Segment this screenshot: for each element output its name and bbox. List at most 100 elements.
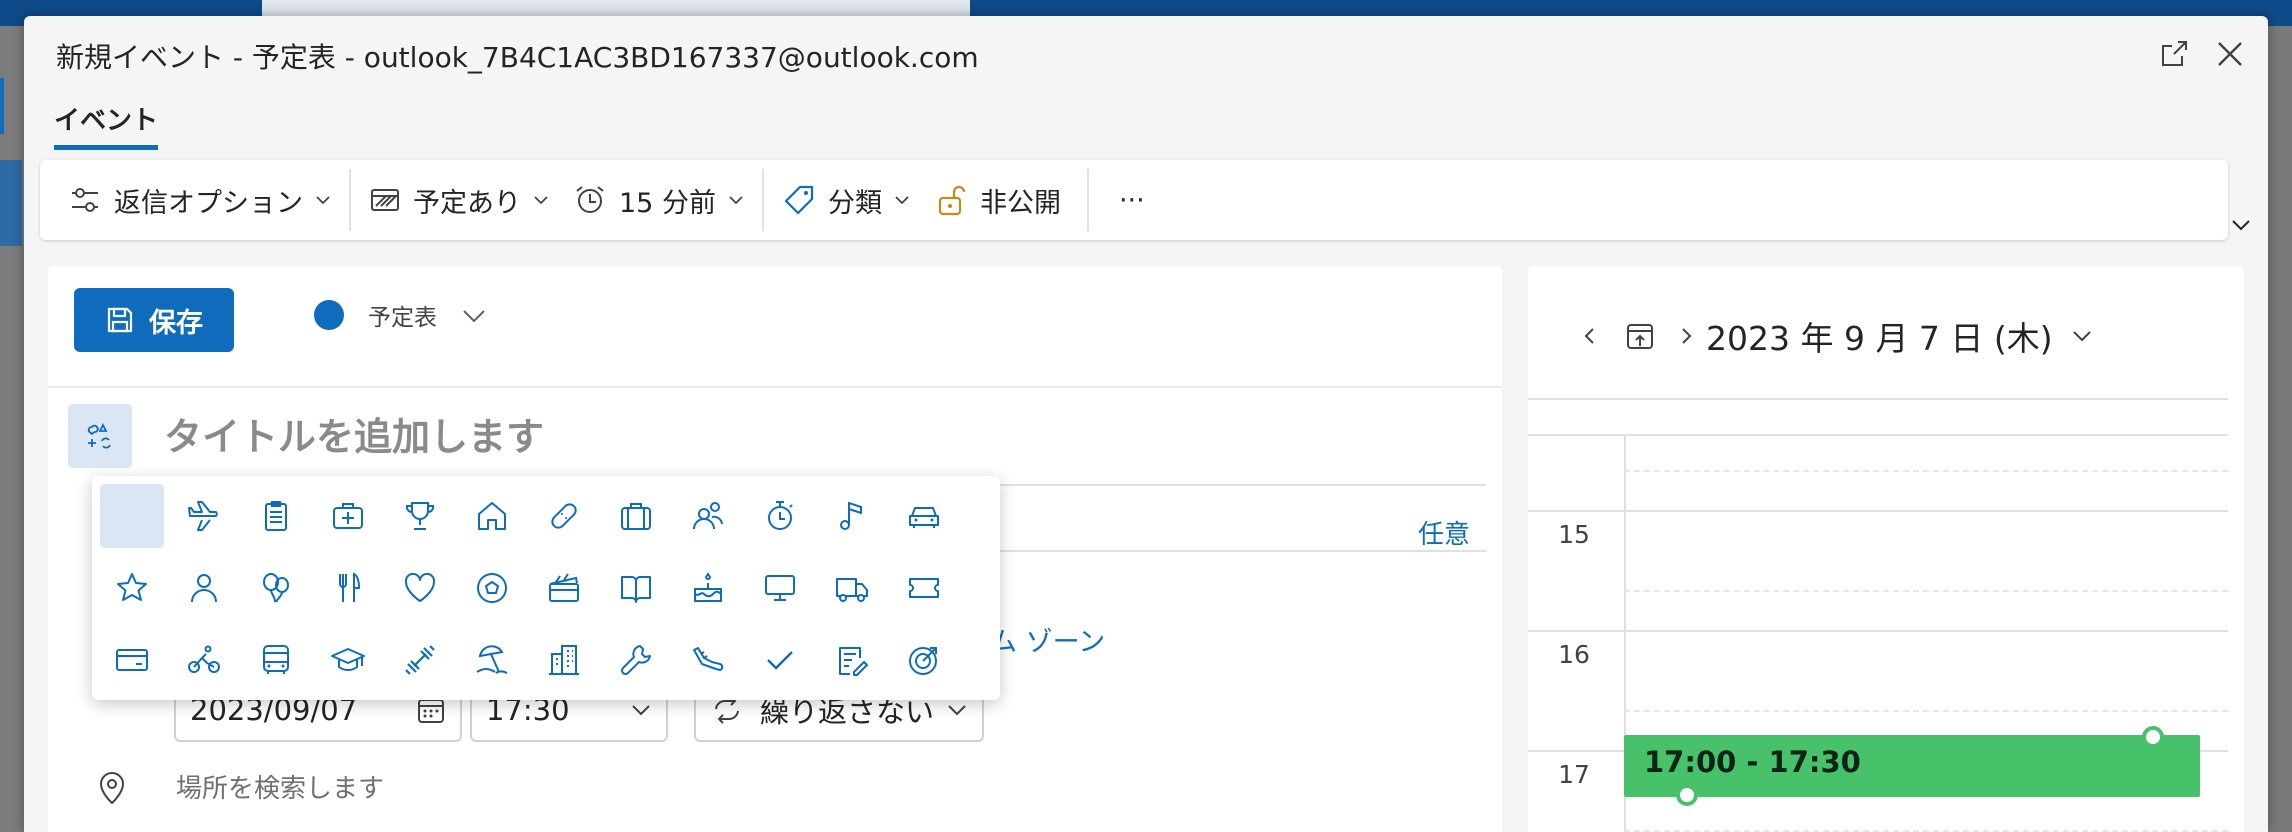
building-icon bbox=[549, 645, 579, 675]
categorize-label: 分類 bbox=[827, 187, 882, 219]
icon-option-task[interactable] bbox=[820, 628, 884, 692]
close-button[interactable] bbox=[2210, 34, 2250, 74]
icon-option-briefcase[interactable] bbox=[604, 484, 668, 548]
icon-option-stopwatch[interactable] bbox=[748, 484, 812, 548]
optional-attendees-link[interactable]: 任意 bbox=[1418, 514, 1470, 551]
icon-option-wrench[interactable] bbox=[604, 628, 668, 692]
icon-option-beach[interactable] bbox=[460, 628, 524, 692]
busy-status-icon bbox=[371, 189, 399, 211]
hour-line bbox=[1528, 630, 2228, 632]
soccer-ball-icon bbox=[477, 573, 507, 603]
icon-option-sneaker[interactable] bbox=[676, 628, 740, 692]
show-as-button[interactable]: 予定あり bbox=[357, 172, 561, 228]
balloons-icon bbox=[263, 573, 289, 603]
current-date-label: 2023 年 9 月 7 日 (木) bbox=[1706, 319, 2053, 358]
new-event-dialog: 新規イベント - 予定表 - outlook_7B4C1AC3BD167337@… bbox=[24, 16, 2268, 832]
medical-kit-icon bbox=[333, 503, 363, 529]
previous-day-button[interactable] bbox=[1570, 316, 1610, 356]
icon-option-dumbbell[interactable] bbox=[388, 628, 452, 692]
icon-option-balloons[interactable] bbox=[244, 556, 308, 620]
event-resize-handle-bottom[interactable] bbox=[1676, 784, 1698, 806]
go-to-today-button[interactable] bbox=[1620, 316, 1660, 356]
icon-option-checkmark[interactable] bbox=[748, 628, 812, 692]
show-as-label: 予定あり bbox=[413, 187, 521, 219]
icon-option-music[interactable] bbox=[820, 484, 884, 548]
reminder-button[interactable]: 15 分前 bbox=[561, 172, 756, 228]
event-time-label: 17:00 - 17:30 bbox=[1644, 745, 1861, 779]
reminder-label: 15 分前 bbox=[619, 187, 716, 219]
heart-icon bbox=[404, 572, 436, 602]
icon-option-people[interactable] bbox=[676, 484, 740, 548]
event-resize-handle-top[interactable] bbox=[2142, 726, 2164, 748]
event-preview-block[interactable]: 17:00 - 17:30 bbox=[1624, 735, 2200, 797]
location-search-input[interactable] bbox=[176, 766, 1476, 812]
icon-option-target[interactable] bbox=[892, 628, 956, 692]
next-day-button[interactable] bbox=[1666, 316, 1706, 356]
icon-option-airplane[interactable] bbox=[172, 484, 236, 548]
icon-option-book[interactable] bbox=[604, 556, 668, 620]
dialog-title: 新規イベント - 予定表 - outlook_7B4C1AC3BD167337@… bbox=[56, 41, 979, 74]
book-icon bbox=[621, 576, 651, 603]
save-button[interactable]: 保存 bbox=[74, 288, 234, 352]
icon-option-bandage[interactable] bbox=[532, 484, 596, 548]
alarm-clock-icon bbox=[576, 186, 604, 213]
icon-option-car[interactable] bbox=[892, 484, 956, 548]
ribbon-expand-button[interactable] bbox=[2230, 214, 2252, 240]
grid-line bbox=[1528, 434, 2228, 436]
half-hour-line bbox=[1624, 590, 2228, 592]
icon-option-wallet[interactable] bbox=[100, 628, 164, 692]
movie-clapper-icon bbox=[549, 573, 579, 602]
private-label: 非公開 bbox=[979, 187, 1061, 219]
briefcase-icon bbox=[621, 503, 651, 530]
half-hour-line bbox=[1624, 710, 2228, 712]
chevron-down-icon bbox=[632, 705, 650, 716]
tab-event[interactable]: イベント bbox=[54, 100, 159, 150]
icon-option-building[interactable] bbox=[532, 628, 596, 692]
icon-option-heart[interactable] bbox=[388, 556, 452, 620]
divider bbox=[48, 386, 1502, 388]
chevron-right-icon bbox=[1682, 328, 1692, 344]
close-icon bbox=[2218, 42, 2242, 66]
icon-option-bicycle[interactable] bbox=[172, 628, 236, 692]
ticket-icon bbox=[909, 578, 939, 598]
icon-picker-popup bbox=[92, 476, 1000, 700]
grid-line bbox=[1528, 398, 2228, 400]
icon-option-graduation[interactable] bbox=[316, 628, 380, 692]
popout-button[interactable] bbox=[2154, 34, 2194, 74]
calendar-selector[interactable]: 予定表 bbox=[314, 298, 487, 332]
more-icon: ··· bbox=[1118, 184, 1145, 216]
icon-option-bus[interactable] bbox=[244, 628, 308, 692]
icon-option-clipboard[interactable] bbox=[244, 484, 308, 548]
hour-label: 15 bbox=[1558, 520, 1590, 549]
hour-label: 16 bbox=[1558, 640, 1590, 669]
chevron-down-icon bbox=[534, 196, 548, 205]
icon-option-person[interactable] bbox=[172, 556, 236, 620]
date-picker-button[interactable]: 2023 年 9 月 7 日 (木) bbox=[1706, 312, 2093, 360]
icon-option-blank[interactable] bbox=[100, 484, 164, 548]
ribbon-toolbar: 返信オプション 予定あり 15 分前 分類 非公開 ··· bbox=[40, 160, 2228, 240]
icon-option-trophy[interactable] bbox=[388, 484, 452, 548]
icon-option-cake[interactable] bbox=[676, 556, 740, 620]
icon-option-truck[interactable] bbox=[820, 556, 884, 620]
icon-option-home[interactable] bbox=[460, 484, 524, 548]
chevron-down-icon bbox=[948, 705, 966, 716]
icon-option-medical[interactable] bbox=[316, 484, 380, 548]
icon-option-movie[interactable] bbox=[532, 556, 596, 620]
event-title-input[interactable] bbox=[164, 406, 1464, 468]
toolbar-separator bbox=[761, 169, 764, 231]
categorize-button[interactable]: 分類 bbox=[770, 172, 922, 228]
icon-option-soccer[interactable] bbox=[460, 556, 524, 620]
timezone-link[interactable]: ム ゾーン bbox=[990, 620, 1105, 659]
icon-option-ticket[interactable] bbox=[892, 556, 956, 620]
event-icon-button[interactable] bbox=[68, 404, 132, 468]
private-button[interactable]: 非公開 bbox=[922, 172, 1073, 228]
more-options-button[interactable]: ··· bbox=[1095, 172, 1169, 228]
beach-icon bbox=[476, 645, 508, 674]
chevron-down-icon bbox=[316, 196, 330, 205]
icon-option-desktop[interactable] bbox=[748, 556, 812, 620]
icon-option-star[interactable] bbox=[100, 556, 164, 620]
icon-option-dining[interactable] bbox=[316, 556, 380, 620]
clipboard-icon bbox=[265, 501, 287, 531]
save-icon bbox=[107, 307, 133, 333]
reply-options-button[interactable]: 返信オプション bbox=[56, 172, 343, 228]
